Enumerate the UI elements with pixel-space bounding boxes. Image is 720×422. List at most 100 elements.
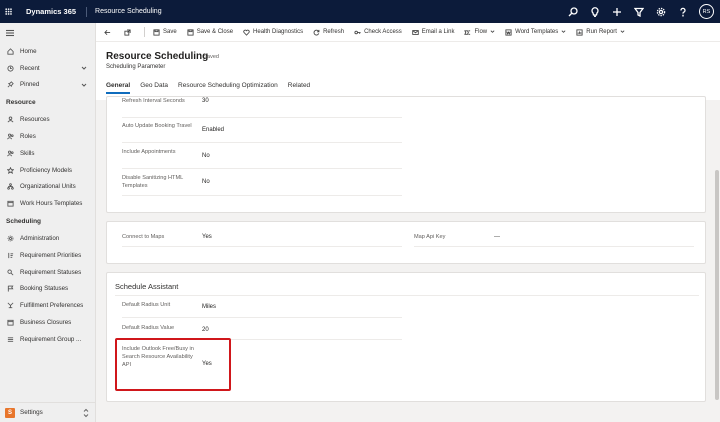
pin-icon — [6, 80, 15, 89]
sidebar-item-label: Recent — [20, 64, 40, 72]
scrollbar-thumb[interactable] — [715, 170, 719, 400]
field-connect-to-maps: Connect to Maps Yes — [122, 233, 212, 241]
app-launcher-icon[interactable] — [0, 0, 16, 23]
section-title: Schedule Assistant — [115, 282, 179, 291]
sidebar-item-resources[interactable]: Resources — [0, 111, 95, 128]
open-new-window-button[interactable] — [124, 28, 134, 36]
health-diagnostics-button[interactable]: Health Diagnostics — [243, 29, 303, 36]
flow-button[interactable]: Flow — [464, 29, 495, 36]
tab-general[interactable]: General — [106, 82, 131, 94]
sidebar-item-business-closures[interactable]: Business Closures — [0, 314, 95, 331]
home-icon — [6, 47, 15, 56]
section-maps: Connect to Maps Yes Map Api Key --- — [106, 221, 706, 264]
back-button[interactable] — [104, 29, 114, 36]
plus-icon[interactable] — [611, 6, 623, 18]
brand-name[interactable]: Dynamics 365 — [26, 6, 88, 17]
sidebar-item-organizational-units[interactable]: Organizational Units — [0, 179, 95, 196]
avatar[interactable]: RS — [699, 4, 714, 19]
email-icon — [412, 29, 419, 35]
refresh-icon — [313, 29, 320, 35]
app-name[interactable]: Resource Scheduling — [95, 8, 162, 15]
flow-icon — [464, 29, 471, 35]
area-switcher[interactable]: S Settings — [0, 402, 95, 422]
email-link-button[interactable]: Email a Link — [412, 29, 454, 36]
list-icon — [6, 335, 15, 344]
field-value[interactable]: No — [202, 178, 210, 186]
check-access-button[interactable]: Check Access — [354, 29, 402, 36]
chevron-up-down-icon — [83, 408, 89, 420]
gear-icon[interactable] — [655, 6, 667, 18]
section-general-settings: Refresh Interval Seconds 30 Auto Update … — [106, 96, 706, 213]
sidebar-item-label: Roles — [20, 133, 36, 141]
preferences-icon — [6, 301, 15, 310]
scrollbar[interactable] — [714, 100, 720, 422]
section-divider — [115, 295, 699, 296]
sidebar-item-label: Fulfillment Preferences — [20, 302, 84, 310]
sidebar-item-work-hours-templates[interactable]: Work Hours Templates — [0, 195, 95, 212]
field-divider — [122, 117, 402, 118]
sidebar-item-proficiency-models[interactable]: Proficiency Models — [0, 162, 95, 179]
refresh-button[interactable]: Refresh — [313, 29, 344, 36]
field-value[interactable]: Enabled — [202, 126, 224, 134]
key-icon — [354, 30, 361, 34]
calendar-icon — [6, 318, 15, 327]
chevron-down-icon — [487, 29, 495, 36]
sidebar-item-pinned[interactable]: Pinned — [0, 77, 95, 94]
page-title: Resource Scheduling — [106, 51, 209, 62]
chevron-down-icon — [558, 29, 566, 36]
sidebar-item-home[interactable]: Home — [0, 43, 95, 60]
help-icon[interactable] — [677, 6, 689, 18]
search-icon[interactable] — [567, 6, 579, 18]
people-icon — [6, 132, 15, 141]
run-report-button[interactable]: Run Report — [576, 28, 625, 36]
hamburger-menu-icon[interactable] — [0, 23, 95, 43]
flag-icon — [6, 284, 15, 293]
field-default-radius-value: Default Radius Value 20 — [122, 324, 209, 334]
sidebar-item-label: Work Hours Templates — [20, 200, 83, 208]
heart-icon — [243, 29, 250, 36]
field-value[interactable]: 20 — [202, 326, 209, 334]
save-button[interactable]: Save — [153, 28, 177, 36]
sidebar-item-label: Organizational Units — [20, 183, 76, 191]
field-label: Connect to Maps — [122, 234, 165, 240]
sidebar-item-booking-statuses[interactable]: Booking Statuses — [0, 281, 95, 298]
sidebar-item-recent[interactable]: Recent — [0, 60, 95, 77]
field-value[interactable]: --- — [494, 233, 500, 241]
tab-related[interactable]: Related — [288, 82, 310, 94]
field-value[interactable]: 30 — [202, 97, 209, 105]
field-include-appointments: Include Appointments No — [122, 148, 210, 160]
chevron-down-icon[interactable] — [81, 82, 87, 90]
status-icon — [6, 268, 15, 277]
field-value[interactable]: No — [202, 152, 210, 160]
word-templates-button[interactable]: Word Templates — [505, 28, 566, 36]
sidebar-item-fulfillment-preferences[interactable]: Fulfillment Preferences — [0, 297, 95, 314]
field-value[interactable]: Miles — [202, 303, 216, 311]
sidebar-item-administration[interactable]: Administration — [0, 230, 95, 247]
sidebar-item-label: Home — [20, 47, 37, 55]
sidebar-section-scheduling: Scheduling — [6, 217, 42, 225]
sidebar-item-roles[interactable]: Roles — [0, 128, 95, 145]
save-and-close-button[interactable]: Save & Close — [187, 28, 233, 36]
sidebar-item-skills[interactable]: Skills — [0, 145, 95, 162]
field-label: Map Api Key — [414, 234, 446, 240]
org-icon — [6, 182, 15, 191]
sidebar-item-label: Requirement Statuses — [20, 268, 82, 276]
sidebar-item-requirement-priorities[interactable]: Requirement Priorities — [0, 247, 95, 264]
field-label: Default Radius Value — [122, 325, 175, 331]
field-label: Auto Update Booking Travel — [122, 123, 192, 129]
field-value[interactable]: Yes — [202, 233, 212, 241]
top-nav-bar: Dynamics 365 Resource Scheduling RS — [0, 0, 720, 23]
person-icon — [6, 115, 15, 124]
chevron-down-icon[interactable] — [81, 65, 87, 73]
tab-resource-scheduling-optimization[interactable]: Resource Scheduling Optimization — [178, 82, 278, 94]
sidebar-item-requirement-statuses[interactable]: Requirement Statuses — [0, 264, 95, 281]
star-icon — [6, 166, 15, 175]
sidebar-item-requirement-group[interactable]: Requirement Group ... — [0, 331, 95, 348]
tab-geo-data[interactable]: Geo Data — [140, 82, 168, 94]
lightbulb-icon[interactable] — [589, 6, 601, 18]
word-icon — [505, 28, 512, 36]
form-body: Refresh Interval Seconds 30 Auto Update … — [96, 96, 720, 422]
sidebar-item-label: Business Closures — [20, 319, 72, 327]
priority-icon — [6, 251, 15, 260]
filter-icon[interactable] — [633, 6, 645, 18]
